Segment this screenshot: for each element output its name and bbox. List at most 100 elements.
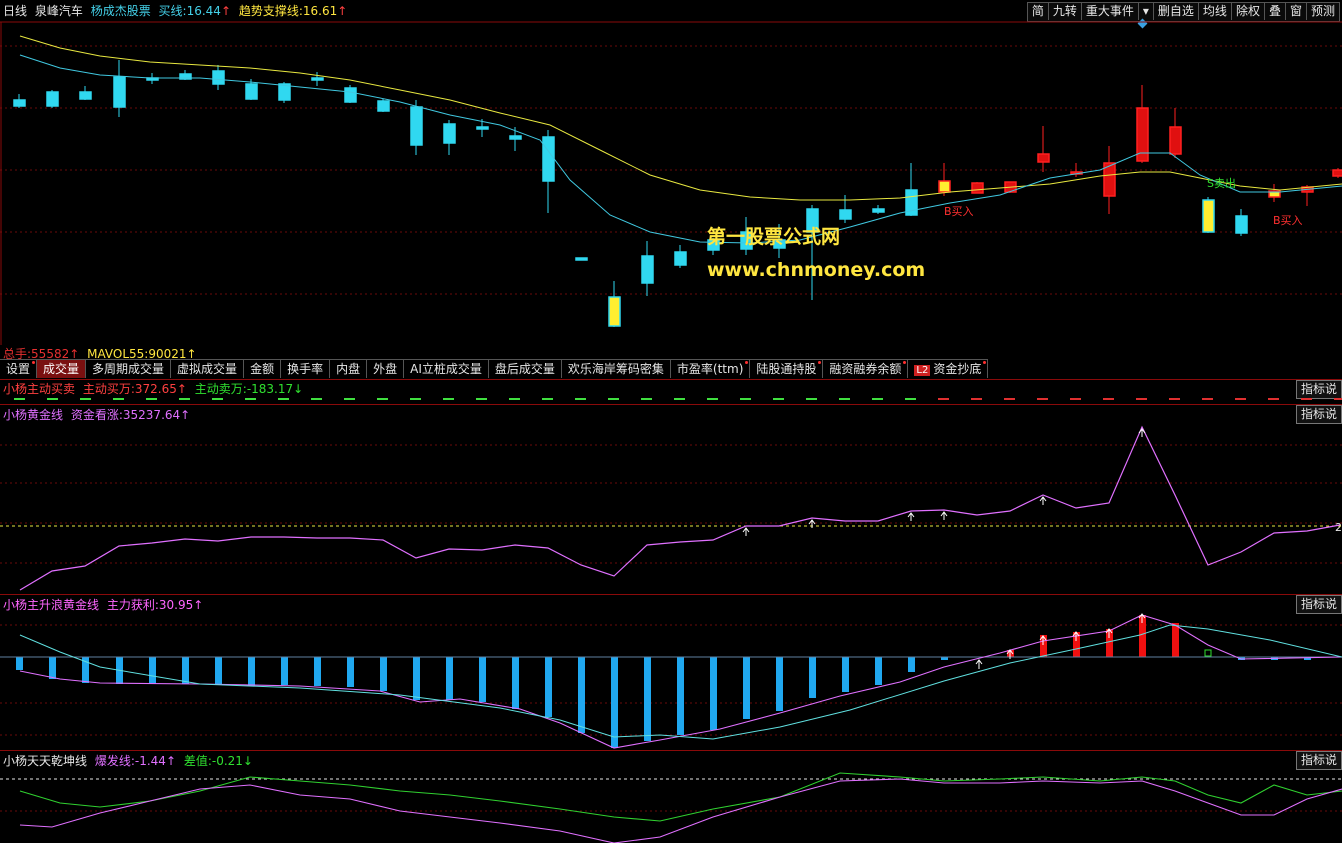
golden-line xyxy=(19,425,1341,591)
active-bar xyxy=(575,398,586,400)
tab-label: 陆股通持股 xyxy=(756,362,817,376)
candlestick-chart[interactable]: B买入 B买入 S卖出 xyxy=(0,0,1342,345)
histogram-bar xyxy=(611,657,618,748)
panel-divider xyxy=(0,379,1342,380)
candle-body xyxy=(377,100,390,112)
candle-body xyxy=(839,209,852,220)
candle-body xyxy=(13,99,26,107)
green-square-marker xyxy=(1204,649,1212,657)
histogram-bar xyxy=(149,657,156,684)
active-bar xyxy=(542,398,553,400)
up-arrow-icon xyxy=(975,659,983,669)
active-bar xyxy=(146,398,157,400)
histogram-bar xyxy=(215,657,222,685)
active-bar xyxy=(14,398,25,400)
histogram-bar xyxy=(413,657,420,700)
candle-body xyxy=(46,91,59,107)
candle-body xyxy=(311,77,324,81)
tab-13[interactable]: 融资融券余额 xyxy=(823,360,909,378)
tab-label: 多周期成交量 xyxy=(92,362,165,376)
tab-label: 虚拟成交量 xyxy=(177,362,238,376)
candle-body xyxy=(938,180,951,193)
tab-label: 资金抄底 xyxy=(933,362,982,376)
active-bar xyxy=(971,398,982,400)
histogram-bar xyxy=(479,657,486,702)
histogram-bar xyxy=(16,657,23,670)
tab-14[interactable]: L2 资金抄底 xyxy=(908,360,989,378)
golden-line-chart: 2 xyxy=(0,425,1342,591)
diff-line xyxy=(19,772,1342,822)
candle-body xyxy=(79,91,92,100)
active-bar xyxy=(1103,398,1114,400)
active-bar xyxy=(938,398,949,400)
main-wave-golden-line-chart xyxy=(0,613,1342,749)
candle-body xyxy=(212,70,225,85)
active-bar xyxy=(113,398,124,400)
histogram-bar xyxy=(347,657,354,687)
histogram-bar xyxy=(446,657,453,700)
tab-6[interactable]: 内盘 xyxy=(330,360,368,378)
active-bar xyxy=(872,398,883,400)
tab-7[interactable]: 外盘 xyxy=(367,360,405,378)
active-bar xyxy=(278,398,289,400)
candle-body xyxy=(509,135,522,140)
histogram-bar-red xyxy=(1172,623,1179,657)
up-arrow-icon xyxy=(1039,496,1047,505)
tab-notification-dot xyxy=(903,361,907,364)
tab-4[interactable]: 金额 xyxy=(244,360,282,378)
active-buy-label: 主动买万: xyxy=(82,382,135,396)
candle-body xyxy=(113,76,126,108)
l2-badge: L2 xyxy=(914,365,931,376)
candle-body xyxy=(1202,199,1215,233)
tab-2[interactable]: 多周期成交量 xyxy=(86,360,172,378)
histogram-bar xyxy=(875,657,882,685)
candle-body xyxy=(1169,126,1182,155)
tab-12[interactable]: 陆股通持股 xyxy=(750,360,824,378)
candle-body xyxy=(245,83,258,100)
active-bar xyxy=(1037,398,1048,400)
b-buy-signal-1: B买入 xyxy=(944,205,974,218)
active-bar xyxy=(344,398,355,400)
tab-5[interactable]: 换手率 xyxy=(281,360,331,378)
active-bar xyxy=(476,398,487,400)
candle-body xyxy=(1235,215,1248,234)
tab-10[interactable]: 欢乐海岸筹码密集 xyxy=(562,360,671,378)
tab-1[interactable]: 成交量 xyxy=(37,360,87,378)
active-bar xyxy=(1301,398,1312,400)
tab-11[interactable]: 市盈率(ttm) xyxy=(671,360,751,378)
active-bar xyxy=(1334,398,1342,400)
active-bar xyxy=(773,398,784,400)
candle-body xyxy=(344,87,357,103)
active-bar xyxy=(212,398,223,400)
tab-label: AI立桩成交量 xyxy=(410,362,482,376)
tab-9[interactable]: 盘后成交量 xyxy=(489,360,562,378)
active-bar xyxy=(311,398,322,400)
active-bar xyxy=(179,398,190,400)
candle-body xyxy=(608,296,621,327)
candle-body xyxy=(476,126,489,130)
active-bar xyxy=(509,398,520,400)
tab-8[interactable]: AI立桩成交量 xyxy=(404,360,489,378)
histogram-bar xyxy=(776,657,783,711)
tab-3[interactable]: 虚拟成交量 xyxy=(171,360,245,378)
active-bar xyxy=(410,398,421,400)
candle-body xyxy=(641,255,654,284)
qiankun-line-chart xyxy=(0,772,1342,843)
tab-label: 盘后成交量 xyxy=(494,362,555,376)
histogram-bar xyxy=(545,657,552,717)
active-bar xyxy=(1136,398,1147,400)
active-sell-label: 主动卖万: xyxy=(194,382,247,396)
candle-body xyxy=(971,182,984,194)
active-bar xyxy=(1070,398,1081,400)
histogram-bar xyxy=(314,657,321,686)
tab-label: 欢乐海岸筹码密集 xyxy=(567,362,664,376)
active-bar xyxy=(80,398,91,400)
histogram-bar xyxy=(182,657,189,684)
up-arrow-icon xyxy=(940,511,948,520)
up-arrow-icon xyxy=(907,512,915,521)
tab-0[interactable]: 设置 xyxy=(0,360,38,378)
candle-body xyxy=(443,123,456,144)
tab-label: 市盈率(ttm) xyxy=(676,362,744,376)
histogram-bar xyxy=(677,657,684,735)
watermark-site-name: 第一股票公式网 xyxy=(707,226,841,248)
